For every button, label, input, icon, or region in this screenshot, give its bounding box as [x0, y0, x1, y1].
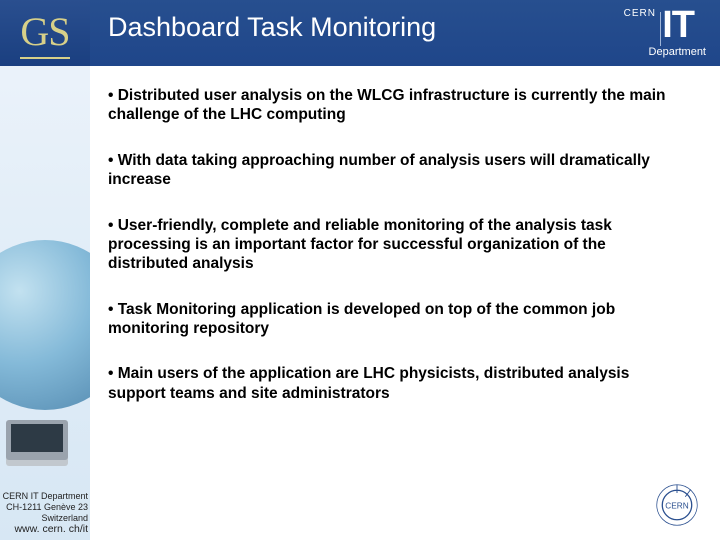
footer-url: www. cern. ch/it [0, 523, 88, 536]
it-unit-text: IT [662, 4, 694, 47]
cern-brand-text: CERN [624, 8, 656, 19]
bullet-item: • User-friendly, complete and reliable m… [108, 216, 688, 274]
slide-title: Dashboard Task Monitoring [108, 12, 436, 43]
footer-address: CERN IT Department CH-1211 Genève 23 Swi… [0, 491, 90, 536]
laptop-graphic [6, 420, 68, 460]
bullet-item: • With data taking approaching number of… [108, 151, 688, 190]
bullet-item: • Distributed user analysis on the WLCG … [108, 86, 688, 125]
footer-line: Switzerland [0, 513, 88, 524]
svg-text:CERN: CERN [665, 502, 688, 511]
gs-logo: GS [0, 0, 90, 66]
cern-ring-logo-icon: CERN [654, 482, 700, 528]
logo-separator [660, 12, 661, 46]
bullet-item: • Main users of the application are LHC … [108, 364, 688, 403]
footer-line: CERN IT Department [0, 491, 88, 502]
department-text: Department [649, 46, 706, 58]
globe-graphic [0, 240, 90, 410]
footer-line: CH-1211 Genève 23 [0, 502, 88, 513]
slide: GS Dashboard Task Monitoring CERN IT Dep… [0, 0, 720, 540]
left-decoration-column [0, 0, 90, 540]
title-bar: GS Dashboard Task Monitoring CERN IT Dep… [0, 0, 720, 66]
bullet-item: • Task Monitoring application is develop… [108, 300, 688, 339]
slide-body: • Distributed user analysis on the WLCG … [108, 86, 688, 429]
cern-it-logo: CERN IT Department [576, 6, 706, 60]
gs-logo-text: GS [20, 8, 69, 59]
